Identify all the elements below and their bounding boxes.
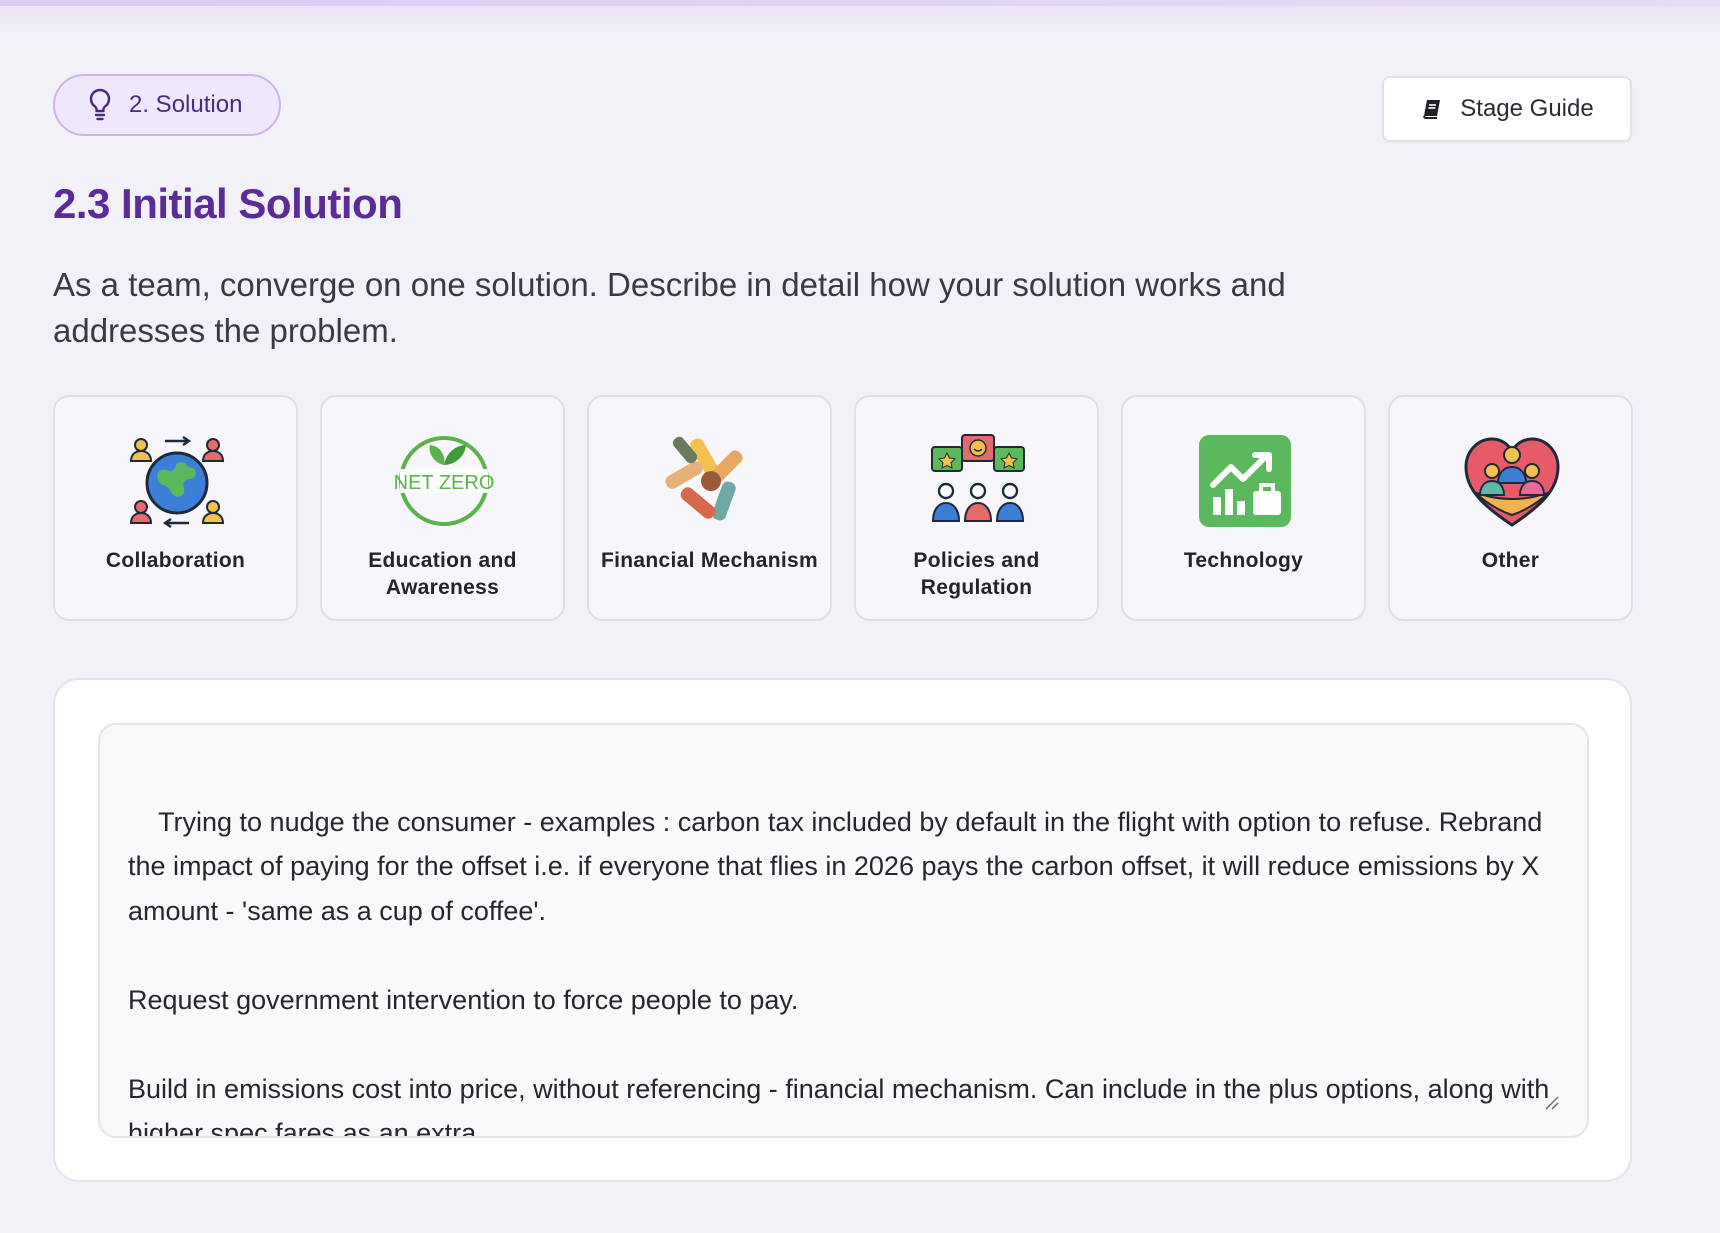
solution-text: Trying to nudge the consumer - examples … xyxy=(128,806,1550,1138)
globe-people-icon xyxy=(129,436,225,528)
growth-chart-icon xyxy=(1199,435,1291,527)
people-feedback-icon xyxy=(931,434,1025,522)
category-label: Technology xyxy=(1183,549,1304,572)
stage-label: 2. Solution xyxy=(129,91,243,118)
category-label: Education and Awareness xyxy=(368,549,517,599)
page-title: 2.3 Initial Solution xyxy=(53,180,403,227)
heart-family-icon xyxy=(1464,437,1560,527)
page-description: As a team, converge on one solution. Des… xyxy=(53,266,1286,349)
category-card-technology[interactable]: Technology xyxy=(1121,395,1366,621)
category-label: Collaboration xyxy=(105,549,246,572)
resize-handle-icon[interactable] xyxy=(1543,1094,1559,1110)
solution-textarea[interactable]: Trying to nudge the consumer - examples … xyxy=(98,723,1589,1138)
answer-card: Trying to nudge the consumer - examples … xyxy=(53,678,1632,1182)
category-card-education[interactable]: NET ZERO Education and Awareness xyxy=(320,395,565,621)
svg-text:NET ZERO: NET ZERO xyxy=(394,472,494,494)
category-card-collaboration[interactable]: Collaboration xyxy=(53,395,298,621)
category-label: Other xyxy=(1481,549,1540,572)
category-card-policies[interactable]: Policies and Regulation xyxy=(854,395,1099,621)
category-label: Financial Mechanism xyxy=(601,549,818,572)
category-card-financial[interactable]: Financial Mechanism xyxy=(587,395,832,621)
lightbulb-icon xyxy=(89,88,111,121)
book-icon xyxy=(1423,100,1441,119)
top-accent-bar xyxy=(0,0,1720,6)
stage-badge[interactable]: 2. Solution xyxy=(53,74,281,136)
net-zero-icon: NET ZERO xyxy=(394,436,494,526)
joined-hands-icon xyxy=(665,436,743,521)
stage-guide-label: Stage Guide xyxy=(1460,95,1594,122)
stage-guide-button[interactable]: Stage Guide xyxy=(1382,76,1632,142)
category-card-other[interactable]: Other xyxy=(1388,395,1633,621)
category-label: Policies and Regulation xyxy=(913,549,1040,599)
